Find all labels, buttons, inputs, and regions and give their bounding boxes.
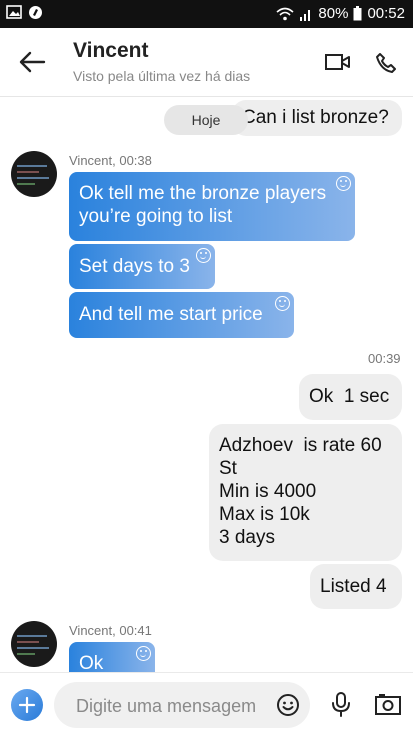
message-text: 3 days	[219, 527, 275, 548]
message-input[interactable]	[74, 692, 268, 720]
attach-button[interactable]	[11, 689, 43, 721]
contact-name[interactable]: Vincent	[73, 39, 148, 63]
camera-icon[interactable]	[374, 693, 402, 717]
message-text: And tell me start price	[79, 304, 263, 325]
message-time: 00:39	[368, 351, 401, 366]
sender-label: Vincent, 00:38	[69, 153, 152, 168]
wifi-icon	[276, 7, 294, 20]
status-bar: 80% 00:52	[0, 0, 413, 28]
message-text: Ok tell me the bronze players	[79, 183, 327, 204]
message-text: Set days to 3	[79, 256, 190, 277]
add-reaction-icon[interactable]	[336, 176, 351, 191]
message-list[interactable]: Can i list bronze? Hoje Vincent, 00:38 O…	[0, 97, 413, 672]
add-reaction-icon[interactable]	[196, 248, 211, 263]
message-text: Min is 4000	[219, 481, 317, 502]
back-arrow-icon[interactable]	[18, 50, 46, 74]
message-input-container[interactable]	[54, 682, 310, 728]
message-text: you’re going to list	[79, 206, 233, 227]
signal-icon	[300, 9, 311, 21]
outgoing-message[interactable]: Can i list bronze?	[232, 100, 402, 136]
outgoing-message[interactable]: Adzhoev is rate 60 St Min is 4000 Max is…	[209, 424, 402, 561]
microphone-icon[interactable]	[330, 691, 352, 719]
incoming-message[interactable]: Set days to 3	[69, 244, 215, 289]
incoming-message[interactable]: And tell me start price	[69, 292, 294, 338]
incoming-message[interactable]: Ok	[69, 642, 155, 672]
message-text: Listed 4	[320, 576, 387, 597]
chat-header: Vincent Visto pela última vez há dias	[0, 28, 413, 97]
message-text: Can i list bronze?	[242, 107, 389, 128]
avatar[interactable]	[11, 151, 57, 197]
plus-icon	[18, 696, 36, 714]
clock: 00:52	[367, 5, 405, 22]
phone-call-icon[interactable]	[375, 52, 397, 74]
battery-percent: 80%	[318, 5, 349, 22]
message-text: Ok 1 sec	[309, 386, 390, 407]
sender-label: Vincent, 00:41	[69, 623, 152, 638]
outgoing-message[interactable]: Listed 4	[310, 564, 402, 609]
date-separator: Hoje	[164, 105, 248, 135]
add-reaction-icon[interactable]	[275, 296, 290, 311]
last-seen-status: Visto pela última vez há dias	[73, 68, 251, 84]
image-notification-icon	[6, 5, 22, 19]
add-reaction-icon[interactable]	[136, 646, 151, 661]
outgoing-message[interactable]: Ok 1 sec	[299, 374, 402, 420]
incoming-message[interactable]: Ok tell me the bronze players you’re goi…	[69, 172, 355, 241]
app-notification-icon	[29, 6, 42, 19]
video-call-icon[interactable]	[324, 52, 352, 72]
emoji-icon[interactable]	[276, 693, 300, 717]
composer-bar	[0, 672, 413, 736]
message-text: Adzhoev is rate 60	[219, 435, 382, 456]
avatar[interactable]	[11, 621, 57, 667]
message-text: Ok	[79, 653, 104, 672]
message-text: St	[219, 458, 237, 479]
battery-icon	[353, 6, 362, 21]
message-text: Max is 10k	[219, 504, 310, 525]
